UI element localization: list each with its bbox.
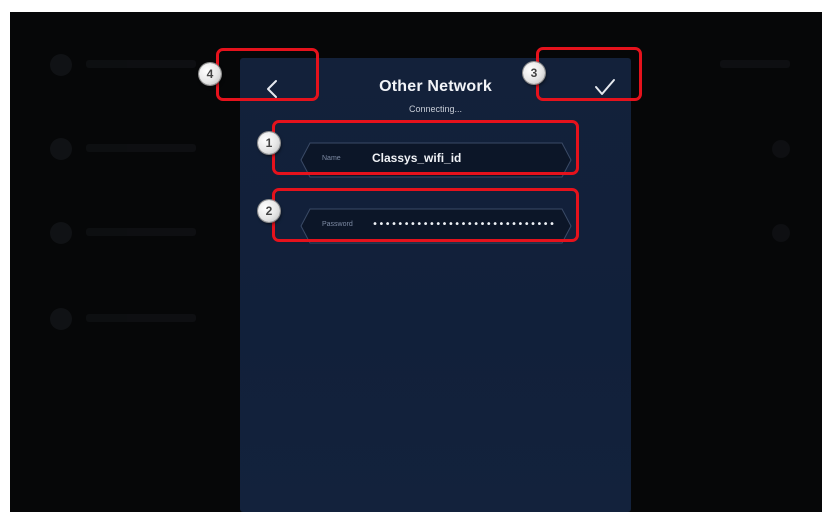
- annotation-badge-1: 1: [258, 132, 280, 154]
- background-item-text: [86, 60, 196, 68]
- background-item-icon: [50, 54, 72, 76]
- background-item-text: [86, 314, 196, 322]
- background-item-text: [86, 228, 196, 236]
- background-item-toggle: [772, 224, 790, 242]
- annotation-badge-3: 3: [523, 62, 545, 84]
- background-item-toggle: [772, 140, 790, 158]
- annotation-badge-4: 4: [199, 63, 221, 85]
- back-button-highlight: [216, 48, 319, 101]
- background-item-text: [86, 144, 196, 152]
- name-field-highlight: [272, 120, 579, 175]
- annotation-badge-2: 2: [258, 200, 280, 222]
- device-screen: Other Network Connecting... Name Classys…: [10, 12, 822, 512]
- confirm-button-highlight: [536, 47, 642, 101]
- connection-status: Connecting...: [408, 104, 463, 114]
- background-item-icon: [50, 222, 72, 244]
- background-item-icon: [50, 308, 72, 330]
- password-field-highlight: [272, 188, 579, 242]
- background-item-value: [720, 60, 790, 68]
- background-item-icon: [50, 138, 72, 160]
